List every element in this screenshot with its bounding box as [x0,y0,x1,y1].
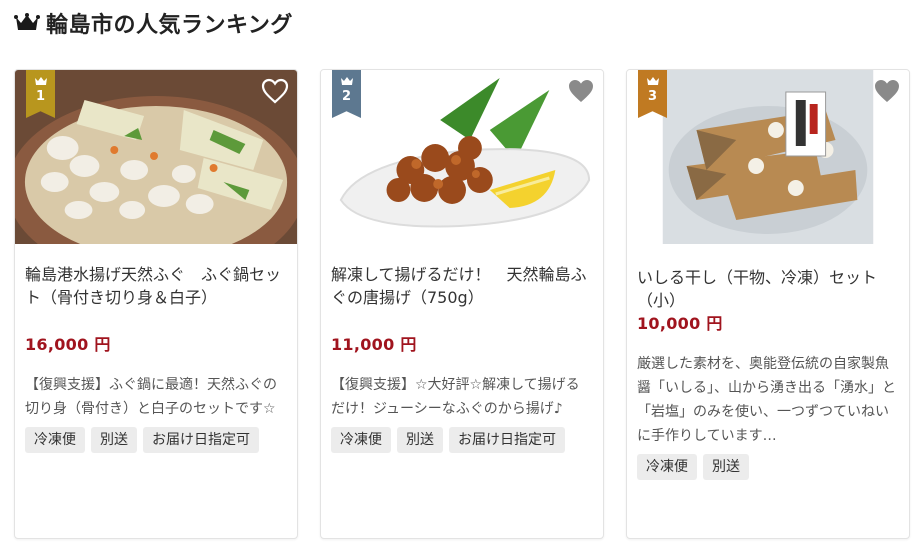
product-description: 【復興支援】ふぐ鍋に最適！天然ふぐの切り身（骨付き）と白子のセットです☆ [25,377,277,417]
rank-number: 3 [647,89,658,104]
heart-icon[interactable] [567,78,595,104]
tag-list: 冷凍便 別送 [637,454,899,480]
tag: 冷凍便 [331,427,391,453]
tag: お届け日指定可 [449,427,565,453]
section-header: 輪島市の人気ランキング [14,6,293,40]
crown-icon [340,77,353,85]
ranking-card[interactable]: 3 いしる干し（干物、冷凍）セット（小） 10,000 円 厳選した素材を、奥能… [626,69,910,539]
product-price: 10,000 円 [637,314,723,333]
product-description: 【復興支援】☆大好評☆解凍して揚げるだけ！ジューシーなふぐのから揚げ♪ [331,377,580,417]
tag: 別送 [703,454,749,480]
rank-badge: 2 [332,70,361,118]
product-price: 16,000 円 [25,335,111,354]
product-title[interactable]: いしる干し（干物、冷凍）セット（小） [637,266,899,310]
rank-number: 1 [35,89,46,104]
tag: 別送 [397,427,443,453]
rank-number: 2 [341,89,352,104]
ranking-card[interactable]: 1 輪島港水揚げ天然ふぐ ふぐ鍋セット（骨付き切り身＆白子） 16,000 円 … [14,69,298,539]
product-image[interactable]: 2 [321,70,603,244]
rank-badge: 3 [638,70,667,118]
product-description: 厳選した素材を、奥能登伝統の自家製魚醤「いしる」、山から湧き出る「湧水」と「岩塩… [637,356,896,444]
crown-icon [646,77,659,85]
product-image[interactable]: 3 [627,70,909,244]
ranking-card[interactable]: 2 解凍して揚げるだけ！ 天然輪島ふぐの唐揚げ（750g） 11,000 円 【… [320,69,604,539]
product-price: 11,000 円 [331,335,417,354]
ranking-list: 1 輪島港水揚げ天然ふぐ ふぐ鍋セット（骨付き切り身＆白子） 16,000 円 … [14,69,910,541]
product-image[interactable]: 1 [15,70,297,244]
rank-badge: 1 [26,70,55,118]
product-title[interactable]: 解凍して揚げるだけ！ 天然輪島ふぐの唐揚げ（750g） [331,263,593,313]
tag: 別送 [91,427,137,453]
tag: 冷凍便 [637,454,697,480]
crown-icon [14,13,40,30]
heart-icon[interactable] [873,78,901,104]
tag-list: 冷凍便 別送 お届け日指定可 [331,427,593,453]
tag-list: 冷凍便 別送 お届け日指定可 [25,427,287,453]
page-title: 輪島市の人気ランキング [46,13,293,38]
product-title[interactable]: 輪島港水揚げ天然ふぐ ふぐ鍋セット（骨付き切り身＆白子） [25,263,287,313]
crown-icon [34,77,47,85]
tag: お届け日指定可 [143,427,259,453]
heart-icon[interactable] [261,78,289,104]
tag: 冷凍便 [25,427,85,453]
